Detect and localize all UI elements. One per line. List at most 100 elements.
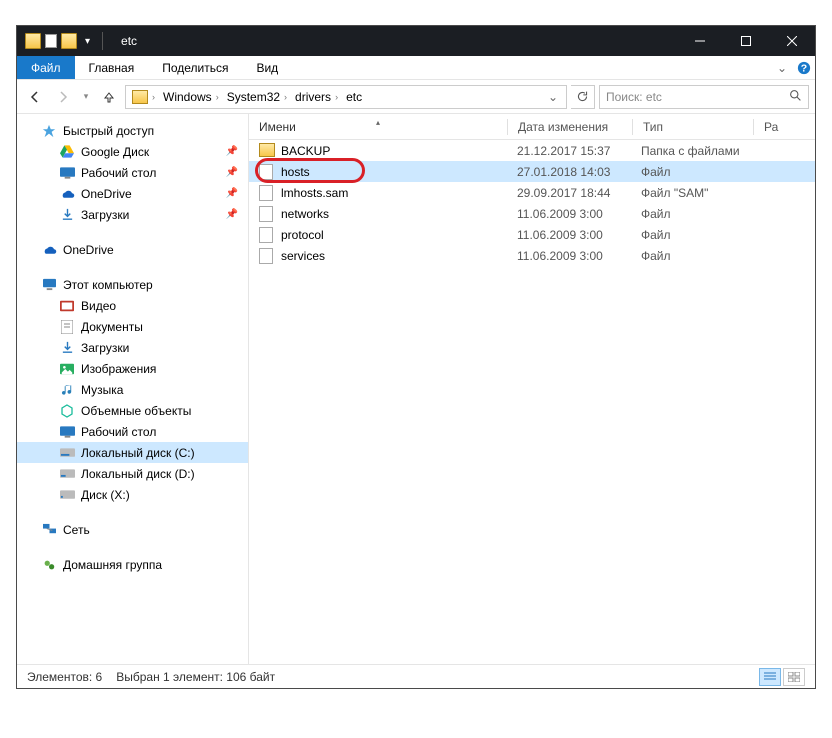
col-name[interactable]: ▴ Имени [249, 120, 507, 134]
file-date: 11.06.2009 3:00 [507, 249, 631, 263]
sidebar-item-downloads2[interactable]: Загрузки [17, 337, 248, 358]
sidebar-item-gdrive[interactable]: Google Диск📌 [17, 141, 248, 162]
maximize-button[interactable] [723, 26, 769, 56]
file-type: Файл "SAM" [631, 186, 751, 200]
pin-icon: 📌 [226, 188, 238, 199]
pc-icon [41, 277, 57, 293]
diskx-icon [59, 487, 75, 503]
sidebar-item-onedrive1[interactable]: OneDrive📌 [17, 183, 248, 204]
sidebar-item-videos[interactable]: Видео [17, 295, 248, 316]
file-list[interactable]: BACKUP 21.12.2017 15:37Папка с файлами hos… [249, 140, 815, 664]
sidebar-item-documents[interactable]: Документы [17, 316, 248, 337]
col-type[interactable]: Тип [633, 120, 753, 134]
file-icon [259, 164, 273, 180]
qat-separator [102, 32, 103, 50]
file-row[interactable]: protocol11.06.2009 3:00Файл [249, 224, 815, 245]
close-button[interactable] [769, 26, 815, 56]
address-dropdown-icon[interactable]: ⌄ [542, 90, 564, 104]
qat-newfolder-icon[interactable] [61, 33, 77, 49]
videos-icon [59, 298, 75, 314]
file-icon [259, 185, 273, 201]
tab-view[interactable]: Вид [242, 56, 292, 79]
search-box[interactable]: Поиск: etc [599, 85, 809, 109]
onedrive1-icon [59, 186, 75, 202]
file-row[interactable]: lmhosts.sam29.09.2017 18:44Файл "SAM" [249, 182, 815, 203]
file-row[interactable]: networks 11.06.2009 3:00Файл [249, 203, 815, 224]
file-name: networks [281, 207, 329, 221]
navbar: ▾ › Windows› System32› drivers› etc ⌄ По… [17, 80, 815, 114]
file-row[interactable]: services 11.06.2009 3:00Файл [249, 245, 815, 266]
sidebar-this-pc[interactable]: Этот компьютер [17, 274, 248, 295]
column-headers: ▴ Имени Дата изменения Тип Ра [249, 114, 815, 140]
diskc-icon [59, 445, 75, 461]
status-count: Элементов: 6 [27, 670, 102, 684]
tab-file[interactable]: Файл [17, 56, 75, 79]
nav-forward-button[interactable] [51, 85, 75, 109]
file-type: Файл [631, 165, 751, 179]
file-pane: ▴ Имени Дата изменения Тип Ра BACKUP 21.1… [249, 114, 815, 664]
star-icon [41, 123, 57, 139]
documents-icon [59, 319, 75, 335]
tab-share[interactable]: Поделиться [148, 56, 242, 79]
qat-customize-icon[interactable]: ▾ [81, 36, 94, 47]
col-size[interactable]: Ра [754, 120, 794, 134]
sidebar-network[interactable]: Сеть [17, 519, 248, 540]
file-date: 11.06.2009 3:00 [507, 207, 631, 221]
file-date: 11.06.2009 3:00 [507, 228, 631, 242]
file-type: Папка с файлами [631, 144, 751, 158]
file-name: services [281, 249, 325, 263]
breadcrumb-seg: drivers› [291, 90, 342, 104]
nav-back-button[interactable] [23, 85, 47, 109]
quick-access-toolbar: ▾ [17, 32, 115, 50]
file-row[interactable]: hosts27.01.2018 14:03Файл [249, 161, 815, 182]
sidebar-item-downloads1[interactable]: Загрузки📌 [17, 204, 248, 225]
qat-properties-icon[interactable] [45, 34, 57, 48]
svg-text:?: ? [801, 62, 807, 74]
help-button[interactable]: ? [793, 56, 815, 79]
breadcrumb-seg: System32› [223, 90, 291, 104]
3dobjects-icon [59, 403, 75, 419]
sidebar-item-music[interactable]: Музыка [17, 379, 248, 400]
breadcrumb-seg: etc [342, 90, 366, 104]
window-title: etc [121, 34, 137, 48]
downloads2-icon [59, 340, 75, 356]
nav-recent-dropdown[interactable]: ▾ [79, 85, 93, 109]
ribbon-expand-icon[interactable]: ⌄ [771, 56, 793, 79]
minimize-button[interactable] [677, 26, 723, 56]
file-name: BACKUP [281, 144, 330, 158]
sidebar-item-pictures[interactable]: Изображения [17, 358, 248, 379]
address-bar[interactable]: › Windows› System32› drivers› etc ⌄ [125, 85, 567, 109]
col-date[interactable]: Дата изменения [508, 120, 632, 134]
breadcrumb-seg: Windows› [159, 90, 223, 104]
sidebar-item-diskd[interactable]: Локальный диск (D:) [17, 463, 248, 484]
sidebar-onedrive[interactable]: OneDrive [17, 239, 248, 260]
status-selection: Выбран 1 элемент: 106 байт [116, 670, 275, 684]
folder-icon [132, 90, 148, 104]
sidebar-homegroup[interactable]: Домашняя группа [17, 554, 248, 575]
homegroup-icon [41, 557, 57, 573]
file-name: lmhosts.sam [281, 186, 348, 200]
sidebar-quick-access[interactable]: Быстрый доступ [17, 120, 248, 141]
search-icon [789, 89, 802, 105]
sidebar-item-desktop2[interactable]: Рабочий стол [17, 421, 248, 442]
file-icon [259, 227, 273, 243]
file-row[interactable]: BACKUP 21.12.2017 15:37Папка с файлами [249, 140, 815, 161]
sidebar-item-diskx[interactable]: Диск (X:) [17, 484, 248, 505]
nav-up-button[interactable] [97, 85, 121, 109]
sidebar-item-diskc[interactable]: Локальный диск (C:) [17, 442, 248, 463]
refresh-button[interactable] [571, 85, 595, 109]
view-details-button[interactable] [759, 668, 781, 686]
titlebar: ▾ etc [17, 26, 815, 56]
pin-icon: 📌 [226, 146, 238, 157]
view-icons-button[interactable] [783, 668, 805, 686]
sidebar-item-3dobjects[interactable]: Объемные объекты [17, 400, 248, 421]
file-date: 21.12.2017 15:37 [507, 144, 631, 158]
file-date: 27.01.2018 14:03 [507, 165, 631, 179]
tab-home[interactable]: Главная [75, 56, 149, 79]
ribbon-tabs: Файл Главная Поделиться Вид ⌄ ? [17, 56, 815, 80]
file-type: Файл [631, 207, 751, 221]
file-type: Файл [631, 249, 751, 263]
cloud-icon [41, 242, 57, 258]
sidebar-item-desktop[interactable]: Рабочий стол📌 [17, 162, 248, 183]
app-icon [25, 33, 41, 49]
